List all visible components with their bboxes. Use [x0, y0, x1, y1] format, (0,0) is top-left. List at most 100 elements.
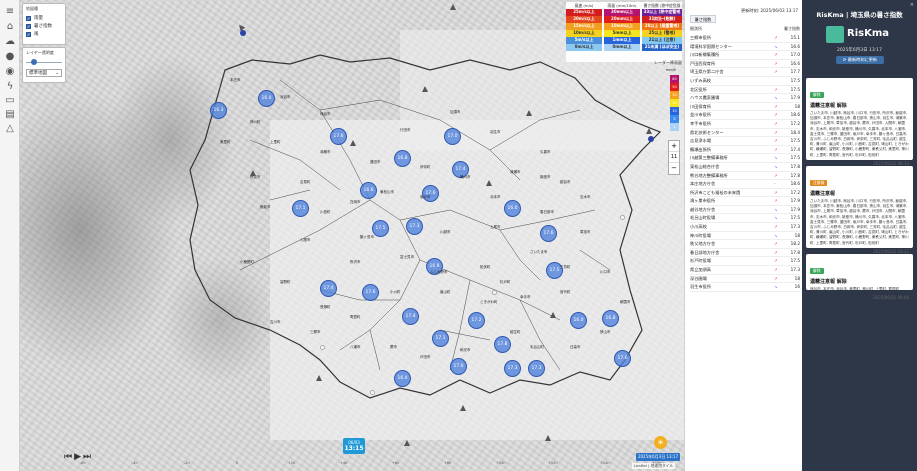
checkbox-icon[interactable]: ✓: [26, 23, 31, 29]
alert-card[interactable]: 解除 濃霧注意報 解除 熊谷市, 本庄市, 深谷市, 美里町, 神川町, 上里町, …: [806, 254, 913, 300]
sun-icon[interactable]: ☀: [654, 436, 667, 449]
skip-back-icon[interactable]: ⏮: [64, 452, 74, 462]
table-row[interactable]: 毛呂山町役場 ↘ 17.5: [690, 214, 800, 224]
wbgt-marker[interactable]: 16.4: [394, 370, 411, 387]
wbgt-marker[interactable]: 17.0: [444, 128, 461, 145]
table-row[interactable]: 三郷市役所 ↗ 15.1: [690, 34, 800, 43]
station-name: 県立加須高: [690, 267, 711, 273]
layers-icon[interactable]: ☁: [4, 36, 16, 48]
table-row[interactable]: 並川市役所 ↗ 18.6: [690, 111, 800, 120]
wbgt-marker[interactable]: 17.3: [504, 360, 521, 377]
wbgt-marker[interactable]: 16.8: [394, 150, 411, 167]
wbgt-marker[interactable]: 17.8: [494, 336, 511, 353]
skip-forward-icon[interactable]: ⏭: [83, 452, 93, 462]
table-row[interactable]: 吉見浄水場 ↗ 17.5: [690, 137, 800, 146]
table-row[interactable]: 越谷地方庁舎 ↘ 17.9: [690, 206, 800, 215]
wbgt-tab-button[interactable]: 暑さ指数: [690, 15, 716, 23]
monitor-icon[interactable]: ▭: [4, 95, 16, 107]
station-dot[interactable]: [320, 345, 325, 350]
wbgt-marker[interactable]: 17.4: [402, 308, 419, 325]
table-row[interactable]: 所沢市こども福祉の未来園 ↗ 17.2: [690, 189, 800, 198]
station-dot[interactable]: [620, 215, 625, 220]
menu-icon[interactable]: ≡: [4, 6, 16, 18]
checkbox-icon[interactable]: ✓: [26, 31, 31, 37]
layer-wind[interactable]: ✓ 風: [26, 30, 62, 38]
table-row[interactable]: 羽生市役所 ↘ 16: [690, 283, 800, 292]
table-row[interactable]: 春日部地方庁舎 ↗ 17.8: [690, 249, 800, 258]
home-icon[interactable]: ⌂: [4, 21, 16, 33]
table-row[interactable]: 熊谷地方整備事務所 ↗ 17.8: [690, 172, 800, 181]
table-row[interactable]: 戸田西保育所 ↗ 16.6: [690, 60, 800, 69]
wbgt-marker[interactable]: 16.0: [570, 312, 587, 329]
table-row[interactable]: 川口新郷集積所 ↗ 17.0: [690, 51, 800, 60]
wbgt-marker[interactable]: 16.0: [504, 200, 521, 217]
table-row[interactable]: 川田保育所 ↗ 18: [690, 103, 800, 112]
table-row[interactable]: 川越第三整備事務所 ↘ 17.5: [690, 154, 800, 163]
table-row[interactable]: 幸手市役所 ↗ 17.2: [690, 120, 800, 129]
globe-icon[interactable]: ◉: [4, 66, 16, 78]
table-row[interactable]: 東松山総合庁舎 ↘ 17.8: [690, 163, 800, 172]
layer-rain[interactable]: ✓ 雨量: [26, 14, 62, 22]
wind-arrow-icon: [460, 405, 466, 411]
wbgt-marker[interactable]: 16.8: [602, 310, 619, 327]
wbgt-marker[interactable]: 17.5: [372, 220, 389, 237]
opacity-slider[interactable]: [26, 59, 62, 65]
station-dot[interactable]: [370, 390, 375, 395]
table-row[interactable]: 神川町役場 ↘ 18: [690, 232, 800, 241]
close-icon[interactable]: ×: [910, 2, 914, 8]
basemap-select[interactable]: 標準地図 ⌄: [26, 69, 62, 77]
table-row[interactable]: 鴻ヶ巣市役所 ↗ 17.9: [690, 197, 800, 206]
wbgt-marker[interactable]: 17.6: [614, 350, 631, 367]
checkbox-icon[interactable]: ✓: [26, 15, 31, 21]
zoom-level: 11: [669, 152, 679, 163]
wbgt-marker[interactable]: 16.3: [210, 102, 227, 119]
zoom-in-button[interactable]: +: [669, 141, 679, 152]
table-row[interactable]: 小川高校 ↗ 17.3: [690, 223, 800, 232]
table-row[interactable]: 秩父地方庁舎 ↗ 18.2: [690, 240, 800, 249]
wbgt-marker[interactable]: 17.6: [540, 225, 557, 242]
table-row[interactable]: 県立加須高 ↗ 17.3: [690, 266, 800, 275]
wbgt-marker[interactable]: 17.2: [468, 312, 485, 329]
play-icon[interactable]: ▶: [74, 452, 83, 462]
wbgt-marker[interactable]: 17.6: [362, 284, 379, 301]
alert-card[interactable]: 解除 濃霧注意報 解除 さいたま市, 川越市, 熊谷市, 川口市, 行田市, 所沢市…: [806, 78, 913, 166]
wbgt-marker[interactable]: 17.1: [292, 200, 309, 217]
wbgt-marker[interactable]: 17.3: [528, 360, 545, 377]
wbgt-marker[interactable]: 17.0: [450, 358, 467, 375]
station-dot[interactable]: [492, 290, 497, 295]
location-pin-icon[interactable]: [648, 136, 654, 142]
current-time-badge[interactable]: 06/03 13:15: [343, 438, 365, 454]
chat-icon[interactable]: ▤: [4, 109, 16, 121]
datetime-button[interactable]: 2025年6月3日 13:17: [636, 453, 680, 461]
table-row[interactable]: いずみ高校 17.5: [690, 77, 800, 86]
place-name: さいたま市: [530, 250, 548, 254]
map-view[interactable]: 16.3 16.0 17.6 16.8 17.0 17.4 17.6 16.6 17.1 17.5…: [20, 0, 684, 471]
table-row[interactable]: 北区役所 ↗ 17.5: [690, 86, 800, 95]
table-row[interactable]: 埼玉県庁第二庁舎 ↗ 17.7: [690, 68, 800, 77]
info-icon[interactable]: ●: [4, 51, 16, 63]
zoom-out-button[interactable]: −: [669, 163, 679, 174]
wbgt-marker[interactable]: 17.4: [320, 280, 337, 297]
slider-knob[interactable]: [31, 59, 38, 65]
wbgt-marker[interactable]: 17.6: [330, 128, 347, 145]
table-row[interactable]: 杉戸町役場 ↗ 17.5: [690, 257, 800, 267]
layer-wbgt[interactable]: ✓ 暑さ指数: [26, 22, 62, 30]
table-row[interactable]: 深谷圃場 ↗ 18: [690, 275, 800, 284]
alert-card[interactable]: 注意報 濃霧注意報 さいたま市, 川越市, 熊谷市, 川口市, 行田市, 所沢市, …: [806, 166, 913, 254]
warning-icon[interactable]: △: [4, 123, 16, 135]
table-row[interactable]: ハウス農家圃場 ↘ 17.9: [690, 94, 800, 103]
table-row[interactable]: 本庄地方庁舎 - 18.6: [690, 180, 800, 189]
wbgt-marker[interactable]: 16.6: [360, 182, 377, 199]
lightning-icon[interactable]: ϟ: [4, 81, 16, 93]
map-attribution[interactable]: Leaflet | 地理院タイル: [632, 463, 676, 469]
station-name: 県北技術センター: [690, 129, 724, 135]
update-latest-button[interactable]: ⟳ 最新時刻に更新: [836, 56, 884, 64]
basemap-value: 標準地図: [29, 71, 47, 76]
wbgt-marker[interactable]: 17.1: [432, 330, 449, 347]
wbgt-marker[interactable]: 17.3: [406, 218, 423, 235]
wbgt-marker[interactable]: 16.0: [258, 90, 275, 107]
table-row[interactable]: 鶴瀬出張所 ↗ 17.4: [690, 146, 800, 155]
table-row[interactable]: 環境科学国際センター ↘ 16.6: [690, 43, 800, 52]
location-pin-icon[interactable]: [240, 30, 246, 36]
table-row[interactable]: 県北技術センター ↗ 18.4: [690, 129, 800, 138]
